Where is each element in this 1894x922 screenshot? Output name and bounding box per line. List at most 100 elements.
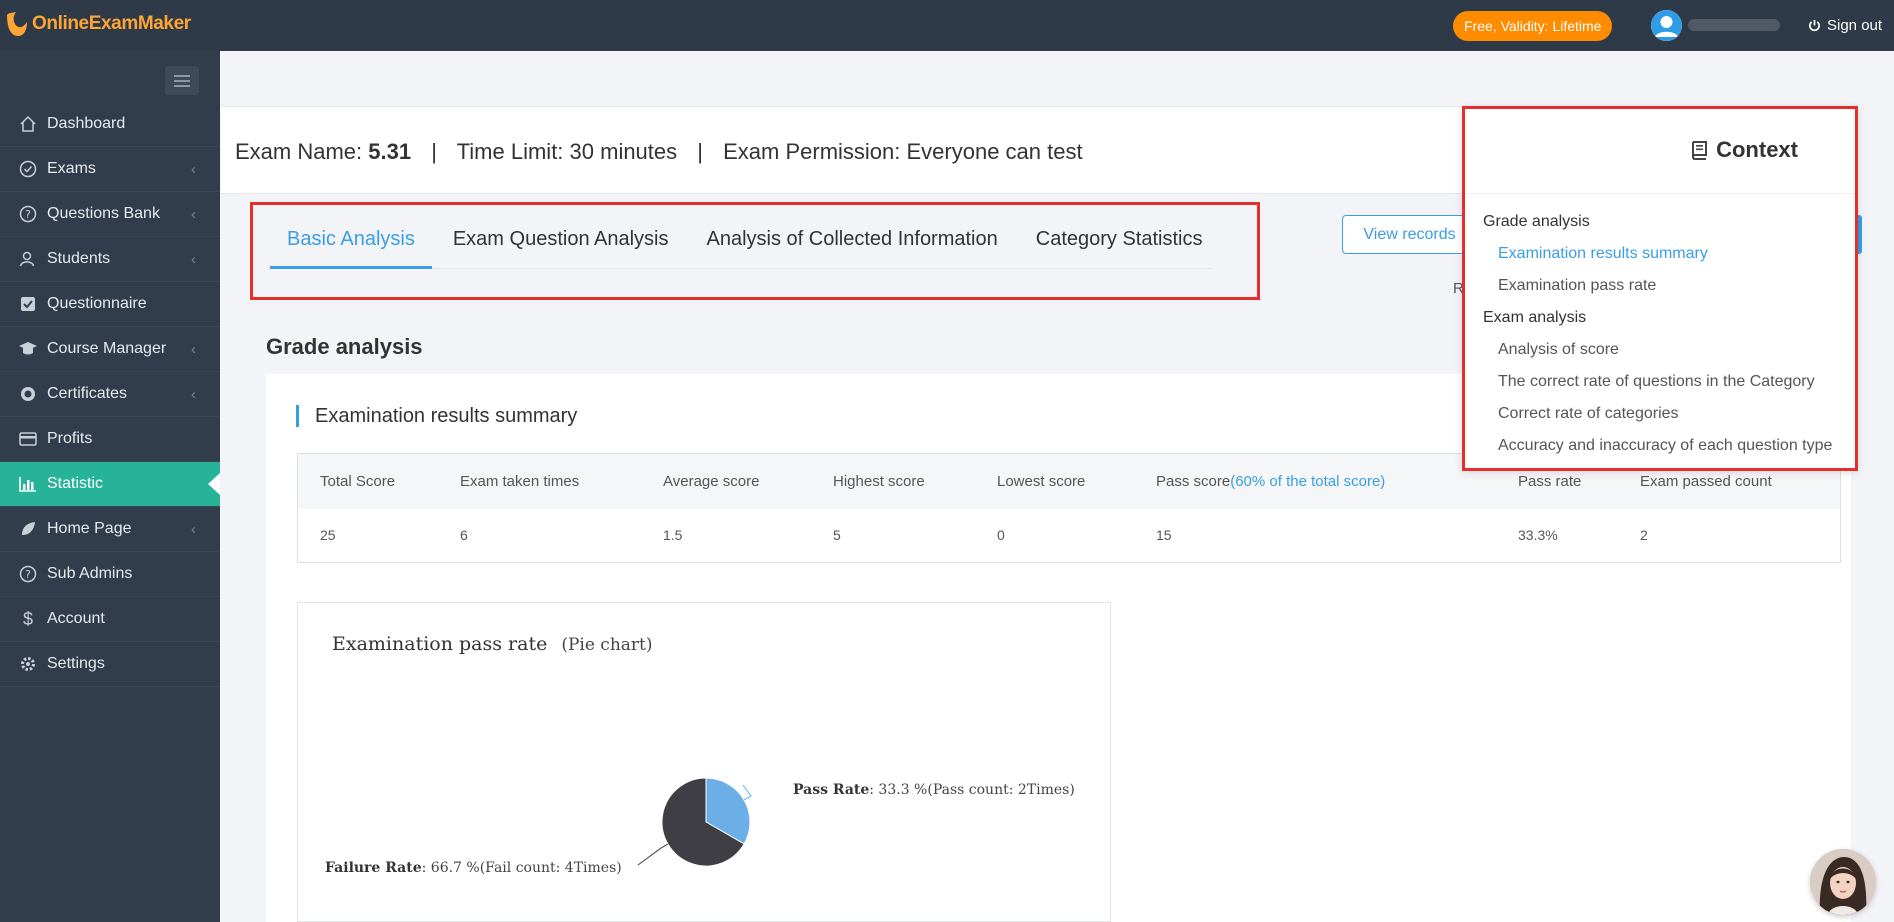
sidebar-item-label: Profits: [47, 430, 93, 447]
pass-rate-label: Pass Rate: 33.3 %(Pass count: 2Times): [793, 782, 1075, 798]
credit-card-icon: [18, 429, 38, 449]
sidebar-item-label: Dashboard: [47, 115, 126, 132]
sidebar-item-statistic[interactable]: Statistic: [0, 462, 220, 507]
chevron-left-icon: ‹: [191, 206, 196, 223]
tabs-highlight-box: [250, 202, 1260, 300]
separator: |: [431, 139, 437, 164]
sidebar-item-questions-bank[interactable]: ? Questions Bank ‹: [0, 192, 220, 237]
exam-name-label: Exam Name:: [235, 139, 363, 164]
results-summary-title: Examination results summary: [296, 405, 577, 427]
sidebar-item-label: Course Manager: [47, 340, 167, 357]
svg-text:?: ?: [25, 208, 31, 221]
chevron-left-icon: ‹: [191, 341, 196, 358]
bar-chart-icon: [18, 474, 38, 494]
context-highlight-box: [1462, 106, 1858, 471]
chevron-left-icon: ‹: [191, 521, 196, 538]
question-icon: ?: [18, 204, 38, 224]
sidebar-menu: Dashboard Exams ‹ ? Questions Bank ‹ Stu…: [0, 102, 220, 687]
plan-badge[interactable]: Free, Validity: Lifetime: [1453, 11, 1613, 41]
sidebar-item-label: Certificates: [47, 385, 128, 402]
pass-score-note: (60% of the total score): [1230, 473, 1386, 490]
sidebar-item-home-page[interactable]: Home Page ‹: [0, 507, 220, 552]
failure-rate-label: Failure Rate: 66.7 %(Fail count: 4Times): [325, 860, 622, 876]
sidebar-item-certificates[interactable]: Certificates ‹: [0, 372, 220, 417]
sidebar-item-label: Settings: [47, 655, 105, 672]
user-avatar[interactable]: [1651, 10, 1682, 41]
chevron-left-icon: ‹: [191, 251, 196, 268]
svg-text:?: ?: [25, 568, 31, 581]
header-pass-score: Pass score(60% of the total score): [1156, 473, 1385, 490]
exam-permission: Exam Permission: Everyone can test: [723, 139, 1083, 164]
sidebar-item-profits[interactable]: Profits: [0, 417, 220, 462]
sidebar-toggle-button[interactable]: [165, 66, 199, 95]
leaf-icon: [18, 519, 38, 539]
value-lowest-score: 0: [997, 527, 1005, 543]
graduation-cap-icon: [18, 339, 38, 359]
pass-score-label: Pass score: [1156, 473, 1231, 490]
sidebar-item-label: Questionnaire: [47, 295, 147, 312]
pass-rate-chart-panel: Examination pass rate (Pie chart) Pass Ra…: [297, 602, 1111, 922]
failure-rate-label-name: Failure Rate: [325, 860, 422, 876]
sign-out-button[interactable]: Sign out: [1808, 17, 1882, 34]
value-pass-score: 15: [1156, 527, 1172, 543]
value-average-score: 1.5: [663, 527, 683, 543]
sidebar-item-label: Questions Bank: [47, 205, 160, 222]
grade-analysis-title: Grade analysis: [266, 334, 423, 359]
value-exam-taken-times: 6: [460, 527, 468, 543]
chevron-left-icon: ‹: [191, 386, 196, 403]
certificate-icon: [18, 384, 38, 404]
failure-rate-label-text: : 66.7 %(Fail count: 4Times): [421, 860, 622, 876]
header-total-score: Total Score: [320, 473, 396, 490]
dollar-icon: $: [22, 608, 33, 629]
exam-time-limit: Time Limit: 30 minutes: [456, 139, 678, 164]
sidebar-item-label: Sub Admins: [47, 565, 133, 582]
sidebar-item-label: Students: [47, 250, 111, 267]
checkbox-icon: [18, 294, 38, 314]
sidebar-item-exams[interactable]: Exams ‹: [0, 147, 220, 192]
support-agent-icon: [1810, 849, 1876, 915]
sign-out-label: Sign out: [1827, 17, 1883, 34]
sidebar-item-dashboard[interactable]: Dashboard: [0, 102, 220, 147]
check-circle-icon: [18, 159, 38, 179]
sidebar-item-label: Exams: [47, 160, 96, 177]
home-icon: [18, 114, 38, 134]
users-icon: [18, 249, 38, 269]
pass-leader-line: [742, 784, 752, 801]
header-average-score: Average score: [663, 473, 760, 490]
value-pass-rate: 33.3%: [1518, 527, 1558, 543]
value-total-score: 25: [320, 527, 336, 543]
pass-rate-label-text: : 33.3 %(Pass count: 2Times): [869, 782, 1075, 798]
view-records-button[interactable]: View records: [1342, 215, 1477, 254]
sidebar-item-label: Statistic: [47, 475, 104, 492]
header-highest-score: Highest score: [833, 473, 925, 490]
sidebar-item-questionnaire[interactable]: Questionnaire: [0, 282, 220, 327]
exam-info-line: Exam Name: 5.31 | Time Limit: 30 minutes…: [235, 139, 1083, 165]
power-icon: [1809, 19, 1820, 32]
sidebar-item-course-manager[interactable]: Course Manager ‹: [0, 327, 220, 372]
sidebar-item-label: Account: [47, 610, 105, 627]
logo[interactable]: OnlineExamMaker: [4, 10, 191, 38]
question-icon: ?: [18, 564, 38, 584]
hamburger-icon: [174, 74, 190, 87]
value-exam-passed-count: 2: [1640, 527, 1648, 543]
header-pass-rate: Pass rate: [1518, 473, 1582, 490]
sidebar-item-students[interactable]: Students ‹: [0, 237, 220, 282]
chevron-left-icon: ‹: [191, 161, 196, 178]
sidebar: Dashboard Exams ‹ ? Questions Bank ‹ Stu…: [0, 51, 220, 922]
sidebar-item-account[interactable]: $ Account: [0, 597, 220, 642]
header-exam-passed-count: Exam passed count: [1640, 473, 1772, 490]
sidebar-item-sub-admins[interactable]: ? Sub Admins: [0, 552, 220, 597]
logo-icon: [7, 12, 27, 36]
username-redacted: [1688, 19, 1780, 31]
value-highest-score: 5: [833, 527, 841, 543]
gear-icon: [18, 654, 38, 674]
support-chat-avatar[interactable]: [1810, 849, 1876, 915]
fail-leader-line: [637, 843, 669, 866]
pass-rate-label-name: Pass Rate: [793, 782, 870, 798]
user-icon: [1651, 10, 1682, 41]
sidebar-item-settings[interactable]: Settings: [0, 642, 220, 687]
header-lowest-score: Lowest score: [997, 473, 1086, 490]
sidebar-item-label: Home Page: [47, 520, 132, 537]
top-bar: OnlineExamMaker Free, Validity: Lifetime…: [0, 0, 1894, 51]
header-exam-taken-times: Exam taken times: [460, 473, 580, 490]
